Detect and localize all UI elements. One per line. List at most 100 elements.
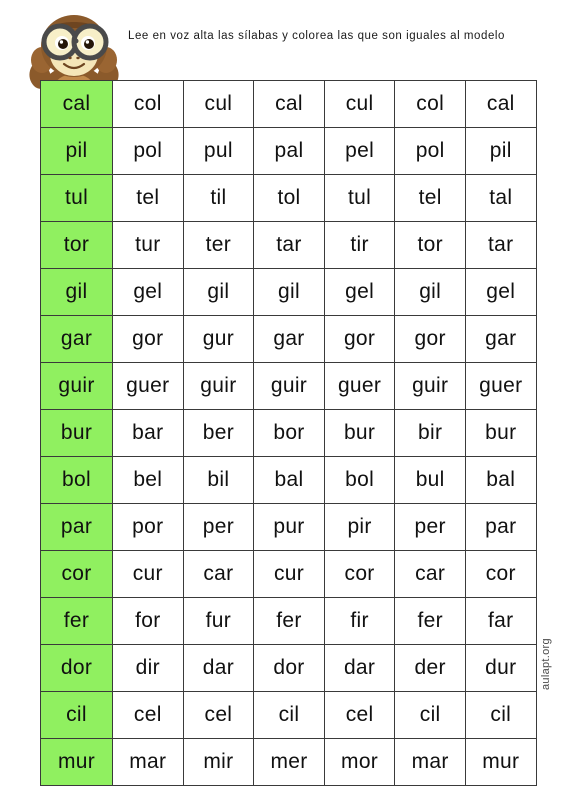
option-syllable-cell[interactable]: gil — [253, 268, 325, 316]
option-syllable-cell[interactable]: til — [182, 174, 255, 222]
option-syllable-cell[interactable]: far — [464, 597, 537, 645]
option-syllable-cell[interactable]: gel — [464, 268, 537, 316]
option-syllable-cell[interactable]: per — [394, 503, 466, 551]
model-syllable-cell: tor — [40, 221, 113, 269]
option-syllable-cell[interactable]: bol — [323, 456, 396, 504]
option-syllable-cell[interactable]: pul — [182, 127, 255, 175]
option-syllable-cell[interactable]: por — [112, 503, 184, 551]
option-syllable-cell[interactable]: guir — [253, 362, 325, 410]
option-syllable-cell[interactable]: pel — [323, 127, 396, 175]
option-syllable-cell[interactable]: tor — [394, 221, 466, 269]
option-syllable-cell[interactable]: dor — [253, 644, 325, 692]
option-syllable-cell[interactable]: tal — [464, 174, 537, 222]
option-syllable-cell[interactable]: cur — [112, 550, 184, 598]
option-syllable-cell[interactable]: gar — [253, 315, 325, 363]
option-syllable-cell[interactable]: gar — [464, 315, 537, 363]
syllable-row: tul tel til tol tul tel tal — [40, 174, 537, 222]
option-syllable-cell[interactable]: gor — [112, 315, 184, 363]
option-syllable-cell[interactable]: bal — [464, 456, 537, 504]
option-syllable-cell[interactable]: tur — [112, 221, 184, 269]
syllable-row: guir guer guir guir guer guir guer — [40, 362, 537, 410]
option-syllable-cell[interactable]: der — [394, 644, 466, 692]
option-syllable-cell[interactable]: gur — [182, 315, 255, 363]
option-syllable-cell[interactable]: pil — [464, 127, 537, 175]
option-syllable-cell[interactable]: cul — [323, 80, 396, 128]
option-syllable-cell[interactable]: pur — [253, 503, 325, 551]
option-syllable-cell[interactable]: mer — [253, 738, 325, 786]
option-syllable-cell[interactable]: gel — [323, 268, 396, 316]
option-syllable-cell[interactable]: cil — [464, 691, 537, 739]
option-syllable-cell[interactable]: cal — [253, 80, 325, 128]
option-syllable-cell[interactable]: for — [112, 597, 184, 645]
option-syllable-cell[interactable]: gel — [112, 268, 184, 316]
option-syllable-cell[interactable]: cor — [464, 550, 537, 598]
option-syllable-cell[interactable]: cil — [394, 691, 466, 739]
option-syllable-cell[interactable]: guer — [112, 362, 184, 410]
option-syllable-cell[interactable]: cal — [464, 80, 537, 128]
option-syllable-cell[interactable]: per — [182, 503, 255, 551]
option-syllable-cell[interactable]: bar — [112, 409, 184, 457]
syllable-row: gil gel gil gil gel gil gel — [40, 268, 537, 316]
option-syllable-cell[interactable]: cur — [253, 550, 325, 598]
option-syllable-cell[interactable]: pal — [253, 127, 325, 175]
model-syllable-cell: bol — [40, 456, 113, 504]
option-syllable-cell[interactable]: cel — [323, 691, 396, 739]
option-syllable-cell[interactable]: cor — [323, 550, 396, 598]
option-syllable-cell[interactable]: bur — [323, 409, 396, 457]
option-syllable-cell[interactable]: bal — [253, 456, 325, 504]
option-syllable-cell[interactable]: car — [182, 550, 255, 598]
option-syllable-cell[interactable]: cel — [112, 691, 184, 739]
option-syllable-cell[interactable]: gil — [394, 268, 466, 316]
option-syllable-cell[interactable]: tul — [323, 174, 396, 222]
option-syllable-cell[interactable]: ter — [182, 221, 255, 269]
option-syllable-cell[interactable]: cel — [182, 691, 255, 739]
option-syllable-cell[interactable]: car — [394, 550, 466, 598]
option-syllable-cell[interactable]: par — [464, 503, 537, 551]
option-syllable-cell[interactable]: col — [112, 80, 184, 128]
option-syllable-cell[interactable]: guer — [323, 362, 396, 410]
option-syllable-cell[interactable]: fer — [253, 597, 325, 645]
option-syllable-cell[interactable]: pir — [323, 503, 396, 551]
option-syllable-cell[interactable]: tel — [112, 174, 184, 222]
option-syllable-cell[interactable]: tir — [323, 221, 396, 269]
option-syllable-cell[interactable]: tel — [394, 174, 466, 222]
option-syllable-cell[interactable]: dir — [112, 644, 184, 692]
option-syllable-cell[interactable]: gil — [182, 268, 255, 316]
option-syllable-cell[interactable]: tar — [464, 221, 537, 269]
option-syllable-cell[interactable]: dar — [182, 644, 255, 692]
option-syllable-cell[interactable]: dur — [464, 644, 537, 692]
option-syllable-cell[interactable]: bel — [112, 456, 184, 504]
option-syllable-cell[interactable]: tar — [253, 221, 325, 269]
option-syllable-cell[interactable]: mar — [394, 738, 466, 786]
option-syllable-cell[interactable]: fir — [323, 597, 396, 645]
model-syllable-cell: cil — [40, 691, 113, 739]
syllable-row: par por per pur pir per par — [40, 503, 537, 551]
option-syllable-cell[interactable]: bur — [464, 409, 537, 457]
option-syllable-cell[interactable]: tol — [253, 174, 325, 222]
option-syllable-cell[interactable]: cil — [253, 691, 325, 739]
option-syllable-cell[interactable]: mir — [182, 738, 255, 786]
option-syllable-cell[interactable]: bul — [394, 456, 466, 504]
model-syllable-cell: gar — [40, 315, 113, 363]
option-syllable-cell[interactable]: guir — [182, 362, 255, 410]
option-syllable-cell[interactable]: mar — [112, 738, 184, 786]
option-syllable-cell[interactable]: pol — [394, 127, 466, 175]
option-syllable-cell[interactable]: mor — [323, 738, 396, 786]
option-syllable-cell[interactable]: dar — [323, 644, 396, 692]
option-syllable-cell[interactable]: fer — [394, 597, 466, 645]
syllable-row: fer for fur fer fir fer far — [40, 597, 537, 645]
option-syllable-cell[interactable]: bor — [253, 409, 325, 457]
option-syllable-cell[interactable]: gor — [323, 315, 396, 363]
option-syllable-cell[interactable]: guer — [464, 362, 537, 410]
option-syllable-cell[interactable]: bil — [182, 456, 255, 504]
option-syllable-cell[interactable]: cul — [182, 80, 255, 128]
model-syllable-cell: guir — [40, 362, 113, 410]
option-syllable-cell[interactable]: bir — [394, 409, 466, 457]
option-syllable-cell[interactable]: pol — [112, 127, 184, 175]
option-syllable-cell[interactable]: col — [394, 80, 466, 128]
option-syllable-cell[interactable]: ber — [182, 409, 255, 457]
option-syllable-cell[interactable]: gor — [394, 315, 466, 363]
option-syllable-cell[interactable]: guir — [394, 362, 466, 410]
option-syllable-cell[interactable]: fur — [182, 597, 255, 645]
option-syllable-cell[interactable]: mur — [464, 738, 537, 786]
